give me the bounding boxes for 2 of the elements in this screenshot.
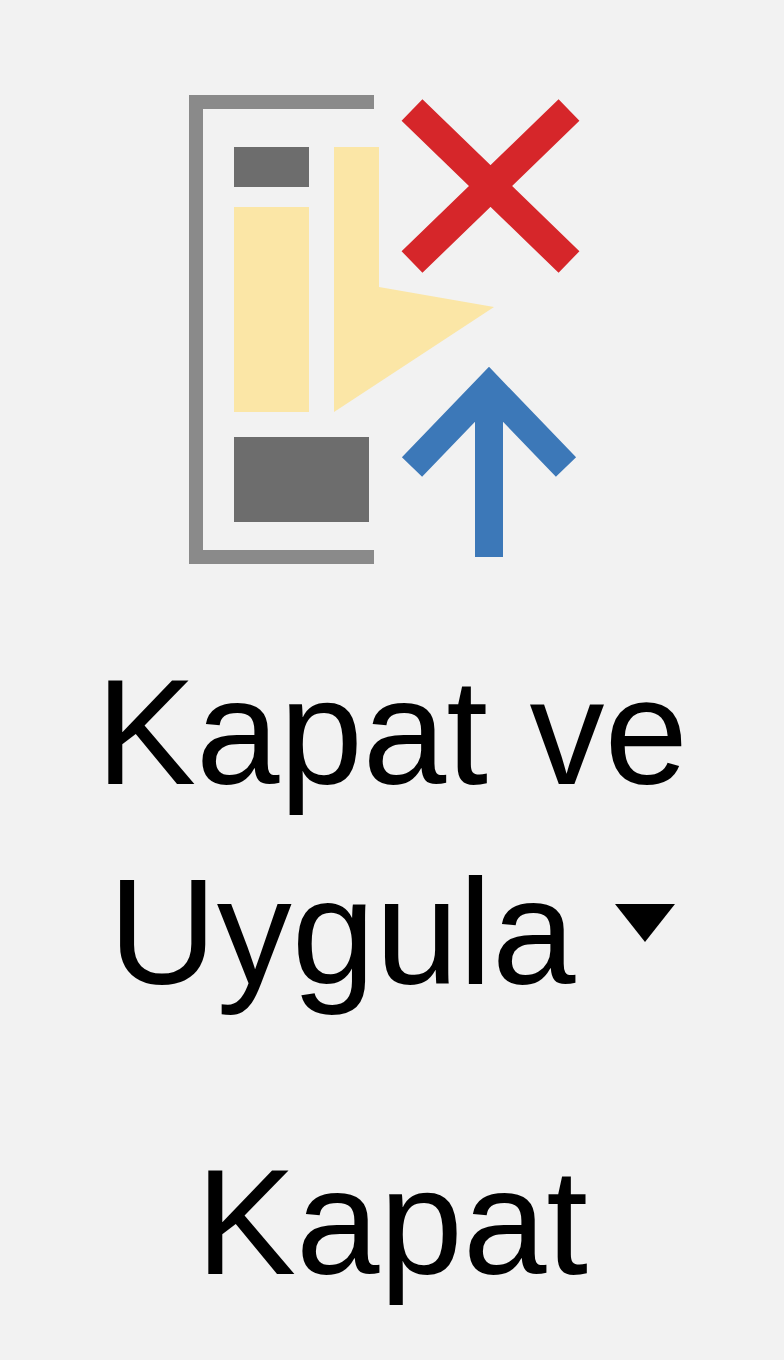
close-and-apply-button[interactable]: Kapat ve Uygula xyxy=(52,92,732,1032)
group-label: Kapat xyxy=(196,1137,588,1308)
